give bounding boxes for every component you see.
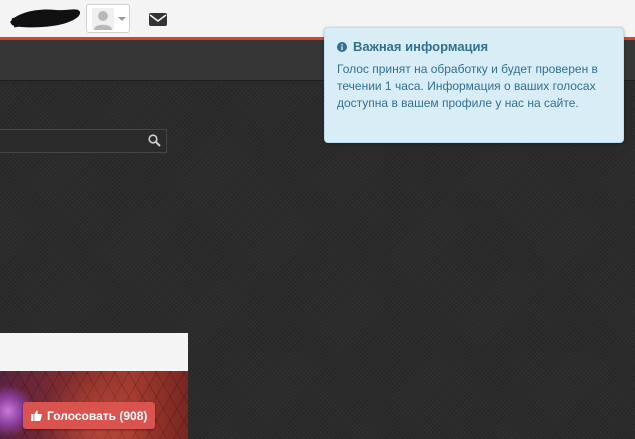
alert-message: Голос принят на обработку и будет провер… [337,62,598,110]
thumbs-up-icon [31,410,42,421]
search-icon[interactable] [148,134,161,147]
server-card-header [0,333,188,371]
alert-title: Важная информация [353,39,489,54]
vote-button-label: Голосовать (908) [47,408,148,423]
envelope-icon[interactable] [149,13,167,26]
user-avatar-icon [92,8,114,30]
caret-down-icon [118,17,126,21]
info-circle-icon [337,41,347,52]
vote-button[interactable]: Голосовать (908) [23,402,156,429]
user-menu-button[interactable] [86,4,130,33]
search-input[interactable] [0,129,167,153]
info-alert: Важная информация Голос принят на обрабо… [324,27,624,143]
redacted-logo [10,9,81,28]
alert-title-row: Важная информация [337,39,611,54]
